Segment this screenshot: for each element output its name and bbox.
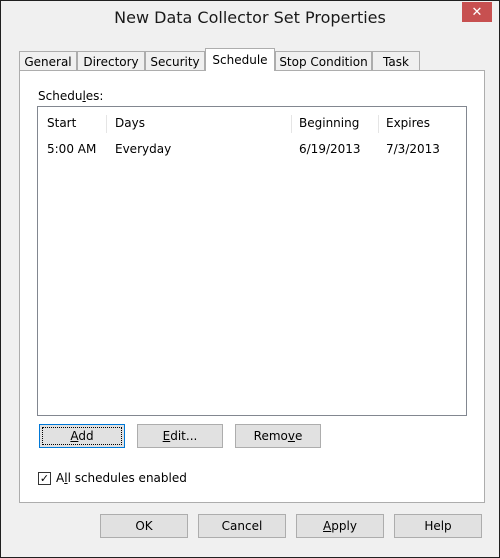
schedules-enabled-checkbox[interactable]: ✓: [38, 471, 51, 485]
schedules-label: Schedules:: [38, 89, 104, 103]
window-title: New Data Collector Set Properties: [114, 8, 386, 27]
tab-directory[interactable]: Directory: [77, 51, 145, 71]
apply-button[interactable]: Apply: [296, 514, 384, 538]
properties-dialog: New Data Collector Set Properties ✕ Gene…: [0, 0, 500, 558]
add-button[interactable]: Add: [39, 424, 125, 448]
close-icon: ✕: [471, 4, 483, 20]
ok-button[interactable]: OK: [100, 514, 188, 538]
column-divider[interactable]: [106, 115, 107, 133]
list-item[interactable]: 5:00 AM Everyday 6/19/2013 7/3/2013: [38, 139, 466, 159]
tab-security[interactable]: Security: [145, 51, 205, 71]
checkmark-icon: ✓: [39, 471, 50, 485]
remove-button[interactable]: Remove: [235, 424, 321, 448]
tab-task[interactable]: Task: [372, 51, 420, 71]
cell-days: Everyday: [115, 142, 172, 156]
schedules-list[interactable]: Start Days Beginning Expires 5:00 AM Eve…: [37, 106, 467, 416]
title-bar[interactable]: New Data Collector Set Properties ✕: [1, 1, 499, 37]
edit-button[interactable]: Edit...: [137, 424, 223, 448]
cell-beginning: 6/19/2013: [299, 142, 361, 156]
column-header-days[interactable]: Days: [115, 113, 145, 133]
schedules-enabled-label: All schedules enabled: [56, 471, 187, 485]
column-divider[interactable]: [291, 115, 292, 133]
tab-general[interactable]: General: [19, 51, 77, 71]
tab-schedule[interactable]: Schedule: [205, 48, 275, 71]
schedule-tab-pane: Schedules: Start Days Beginning Expires …: [19, 70, 485, 503]
help-button[interactable]: Help: [394, 514, 482, 538]
cancel-button[interactable]: Cancel: [198, 514, 286, 538]
column-header-start[interactable]: Start: [47, 113, 76, 133]
list-header: Start Days Beginning Expires: [38, 113, 466, 133]
cell-start: 5:00 AM: [47, 142, 97, 156]
column-divider[interactable]: [378, 115, 379, 133]
close-button[interactable]: ✕: [462, 2, 492, 22]
cell-expires: 7/3/2013: [386, 142, 440, 156]
schedules-enabled-option[interactable]: ✓ All schedules enabled: [38, 471, 187, 485]
column-header-expires[interactable]: Expires: [386, 113, 430, 133]
column-header-beginning[interactable]: Beginning: [299, 113, 359, 133]
tab-stop-condition[interactable]: Stop Condition: [275, 51, 372, 71]
